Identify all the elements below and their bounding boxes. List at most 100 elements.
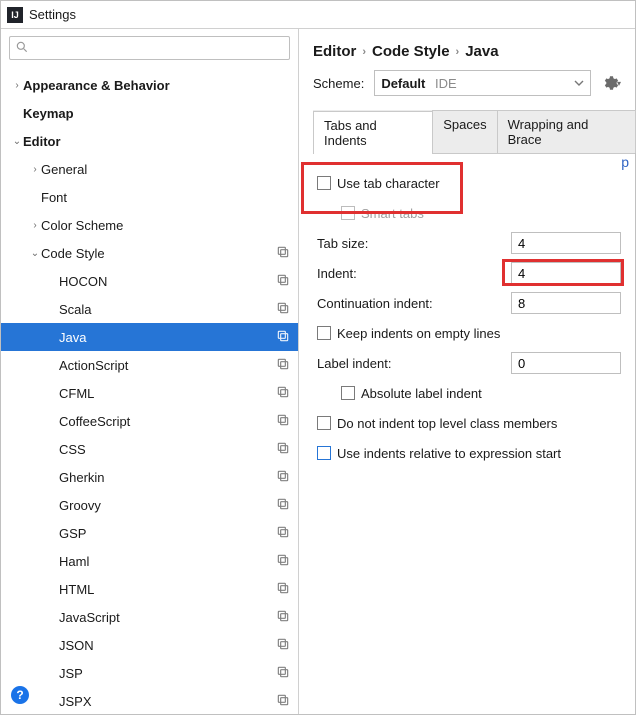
copy-icon [276, 245, 290, 262]
tree-item-cfml[interactable]: CFML [1, 379, 298, 407]
chevron-icon: ⌄ [29, 248, 41, 259]
main-area: ›Appearance & BehaviorKeymap⌄Editor›Gene… [1, 29, 635, 714]
tree-item-label: Groovy [59, 498, 276, 513]
continuation-indent-label: Continuation indent: [317, 296, 511, 311]
label-indent-label: Label indent: [317, 356, 511, 371]
tabs: Tabs and IndentsSpacesWrapping and Brace [313, 110, 635, 154]
tree-item-label: JSP [59, 666, 276, 681]
copy-icon [276, 357, 290, 374]
tree-item-label: HTML [59, 582, 276, 597]
use-tab-character-checkbox[interactable] [317, 176, 331, 190]
copy-icon [276, 301, 290, 318]
tab-size-label: Tab size: [317, 236, 511, 251]
app-icon: IJ [7, 7, 23, 23]
tree-item-haml[interactable]: Haml [1, 547, 298, 575]
tab-size-input[interactable] [511, 232, 621, 254]
breadcrumb-part: Editor [313, 43, 356, 60]
search-input[interactable] [9, 36, 290, 60]
tree-item-jspx[interactable]: JSPX [1, 687, 298, 714]
tree-item-actionscript[interactable]: ActionScript [1, 351, 298, 379]
chevron-down-icon [574, 78, 584, 88]
tree-item-gsp[interactable]: GSP [1, 519, 298, 547]
tree-item-gherkin[interactable]: Gherkin [1, 463, 298, 491]
tree-item-label: HOCON [59, 274, 276, 289]
relative-indents-label: Use indents relative to expression start [337, 446, 621, 461]
no-top-level-label: Do not indent top level class members [337, 416, 621, 431]
breadcrumb: Editor › Code Style › Java [299, 29, 635, 70]
copy-icon [276, 553, 290, 570]
tree-item-label: GSP [59, 526, 276, 541]
tab-spaces[interactable]: Spaces [432, 110, 497, 153]
tree-item-color-scheme[interactable]: ›Color Scheme [1, 211, 298, 239]
tree-item-label: Haml [59, 554, 276, 569]
search-icon [15, 40, 29, 54]
absolute-label-label: Absolute label indent [361, 386, 621, 401]
tree-item-label: JavaScript [59, 610, 276, 625]
settings-tree[interactable]: ›Appearance & BehaviorKeymap⌄Editor›Gene… [1, 67, 298, 714]
breadcrumb-part: Code Style [372, 43, 450, 60]
breadcrumb-part: Java [465, 43, 498, 60]
copy-icon [276, 469, 290, 486]
copy-icon [276, 385, 290, 402]
tree-item-groovy[interactable]: Groovy [1, 491, 298, 519]
tree-item-label: General [41, 162, 290, 177]
indent-label: Indent: [317, 266, 511, 281]
relative-indents-checkbox[interactable] [317, 446, 331, 460]
tree-item-label: JSON [59, 638, 276, 653]
tree-item-json[interactable]: JSON [1, 631, 298, 659]
smart-tabs-checkbox [341, 206, 355, 220]
copy-icon [276, 525, 290, 542]
tree-item-label: Color Scheme [41, 218, 290, 233]
tree-item-css[interactable]: CSS [1, 435, 298, 463]
tree-item-font[interactable]: Font [1, 183, 298, 211]
tree-item-label: ActionScript [59, 358, 276, 373]
copy-icon [276, 413, 290, 430]
scheme-suffix: IDE [435, 76, 457, 91]
copy-icon [276, 609, 290, 626]
absolute-label-checkbox[interactable] [341, 386, 355, 400]
tree-item-html[interactable]: HTML [1, 575, 298, 603]
tree-item-editor[interactable]: ⌄Editor [1, 127, 298, 155]
settings-panel: p Use tab character Smart tabs Tab size:… [299, 154, 635, 482]
continuation-indent-input[interactable] [511, 292, 621, 314]
help-button[interactable]: ? [11, 686, 29, 704]
keep-indents-label: Keep indents on empty lines [337, 326, 621, 341]
tree-item-label: JSPX [59, 694, 276, 709]
sidebar: ›Appearance & BehaviorKeymap⌄Editor›Gene… [1, 29, 299, 714]
tree-item-scala[interactable]: Scala [1, 295, 298, 323]
tab-wrapping-and-brace[interactable]: Wrapping and Brace [497, 110, 636, 153]
chevron-right-icon: › [456, 46, 460, 58]
tree-item-javascript[interactable]: JavaScript [1, 603, 298, 631]
copy-icon [276, 497, 290, 514]
chevron-right-icon: › [362, 46, 366, 58]
tree-item-general[interactable]: ›General [1, 155, 298, 183]
tree-item-label: Appearance & Behavior [23, 78, 290, 93]
tree-item-hocon[interactable]: HOCON [1, 267, 298, 295]
smart-tabs-label: Smart tabs [361, 206, 621, 221]
tree-item-coffeescript[interactable]: CoffeeScript [1, 407, 298, 435]
use-tab-character-label: Use tab character [337, 176, 621, 191]
preview-indicator: p [621, 154, 629, 170]
keep-indents-checkbox[interactable] [317, 326, 331, 340]
tree-item-keymap[interactable]: Keymap [1, 99, 298, 127]
tree-item-appearance-behavior[interactable]: ›Appearance & Behavior [1, 71, 298, 99]
scheme-label: Scheme: [313, 76, 364, 91]
tree-item-jsp[interactable]: JSP [1, 659, 298, 687]
tree-item-label: Java [59, 330, 276, 345]
tree-item-code-style[interactable]: ⌄Code Style [1, 239, 298, 267]
copy-icon [276, 273, 290, 290]
no-top-level-checkbox[interactable] [317, 416, 331, 430]
scheme-select[interactable]: Default IDE [374, 70, 591, 96]
tree-item-label: Font [41, 190, 290, 205]
copy-icon [276, 637, 290, 654]
copy-icon [276, 693, 290, 710]
tree-item-java[interactable]: Java [1, 323, 298, 351]
chevron-icon: › [11, 80, 23, 91]
tree-item-label: Scala [59, 302, 276, 317]
scheme-value: Default [381, 76, 425, 91]
gear-icon[interactable]: ▾ [601, 73, 621, 93]
indent-input[interactable] [511, 262, 621, 284]
label-indent-input[interactable] [511, 352, 621, 374]
tab-tabs-and-indents[interactable]: Tabs and Indents [313, 111, 433, 154]
tree-item-label: Editor [23, 134, 290, 149]
